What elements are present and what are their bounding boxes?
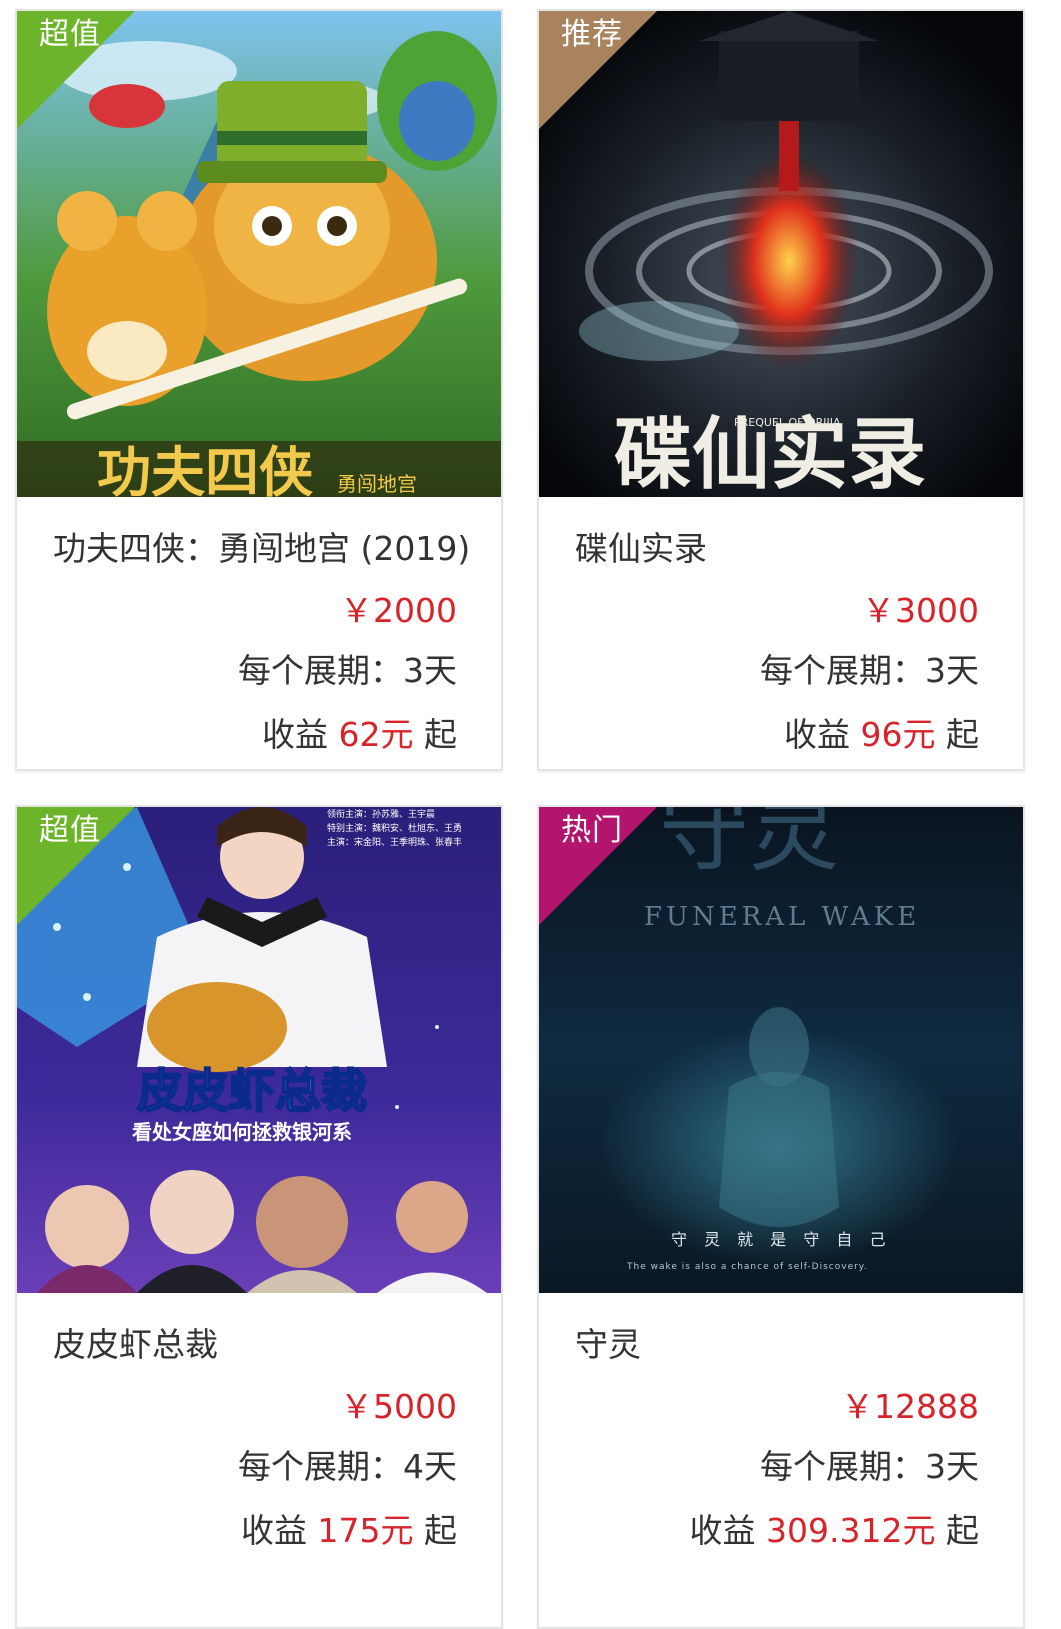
income-suffix: 起 — [413, 715, 457, 754]
poster-image[interactable]: 皮皮虾总裁 看处女座如何拯救银河系 领衔主演：孙苏雅、王宇晨 特别主演：魏积安、… — [17, 807, 501, 1293]
poster-tagline: 守 灵 就 是 守 自 己 — [671, 1230, 892, 1249]
income-amount: 175元 — [317, 1511, 414, 1550]
poster-title: 守灵 — [659, 807, 839, 884]
period-label: 每个展期： — [238, 651, 403, 690]
income-label: 收益 — [784, 715, 861, 754]
poster-subtitle: 勇闯地宫 — [337, 472, 417, 496]
price: ￥3000 — [575, 589, 979, 633]
period-label: 每个展期： — [238, 1447, 403, 1486]
poster-subtitle: 看处女座如何拯救银河系 — [132, 1120, 352, 1144]
period-value: 3天 — [925, 651, 979, 690]
income-label: 收益 — [689, 1511, 767, 1550]
period-value: 4天 — [403, 1447, 457, 1486]
income: 收益 96元 起 — [575, 713, 979, 757]
poster-subtitle: FUNERAL WAKE — [644, 902, 920, 932]
exhibition-period: 每个展期：3天 — [53, 649, 457, 693]
income-suffix: 起 — [935, 715, 979, 754]
exhibition-period: 每个展期：4天 — [53, 1445, 457, 1489]
badge-label: 超值 — [39, 813, 101, 848]
movie-card-shouling[interactable]: 守灵 FUNERAL WAKE 守 灵 就 是 守 自 己 The wake i… — [537, 805, 1025, 1629]
poster-credit: 特别主演：魏积安、杜旭东、王勇 — [327, 822, 462, 834]
poster-credit: 领衔主演：孙苏雅、王宇晨 — [327, 808, 435, 820]
exhibition-period: 每个展期：3天 — [575, 649, 979, 693]
period-value: 3天 — [925, 1447, 979, 1486]
income-label: 收益 — [262, 715, 339, 754]
card-info: 碟仙实录 ￥3000 每个展期：3天 收益 96元 起 — [539, 527, 1023, 757]
income-amount: 62元 — [338, 715, 414, 754]
price-value: 12888 — [874, 1387, 979, 1426]
income-amount: 96元 — [860, 715, 936, 754]
price: ￥5000 — [53, 1385, 457, 1429]
poster-subtitle: PREQUEL OF ORIJIA — [734, 416, 841, 429]
income-suffix: 起 — [935, 1511, 979, 1550]
card-info: 守灵 ￥12888 每个展期：3天 收益 309.312元 起 — [539, 1323, 1023, 1553]
movie-title: 守灵 — [575, 1325, 641, 1364]
currency-symbol: ￥ — [862, 591, 896, 630]
income-amount: 309.312元 — [766, 1511, 936, 1550]
price-value: 2000 — [373, 591, 457, 630]
poster-image[interactable]: 碟仙实录 PREQUEL OF ORIJIA 推荐 — [539, 11, 1023, 497]
movie-card-diexian[interactable]: 碟仙实录 PREQUEL OF ORIJIA 推荐 碟仙实录 ￥3000 每个展… — [537, 9, 1025, 771]
movie-card-kungfu[interactable]: 功夫四侠 勇闯地宫 超值 功夫四侠：勇闯地宫 (2019) ￥2000 每个展期… — [15, 9, 503, 771]
price-value: 3000 — [895, 591, 979, 630]
badge-label: 热门 — [561, 813, 623, 848]
income-label: 收益 — [241, 1511, 318, 1550]
currency-symbol: ￥ — [340, 1387, 374, 1426]
card-info: 皮皮虾总裁 ￥5000 每个展期：4天 收益 175元 起 — [17, 1323, 501, 1553]
poster-image[interactable]: 守灵 FUNERAL WAKE 守 灵 就 是 守 自 己 The wake i… — [539, 807, 1023, 1293]
price: ￥12888 — [575, 1385, 979, 1429]
period-label: 每个展期： — [760, 1447, 925, 1486]
currency-symbol: ￥ — [340, 591, 374, 630]
income-suffix: 起 — [413, 1511, 457, 1550]
badge-label: 推荐 — [561, 17, 623, 52]
price-value: 5000 — [373, 1387, 457, 1426]
badge-label: 超值 — [39, 17, 101, 52]
movie-grid: 功夫四侠 勇闯地宫 超值 功夫四侠：勇闯地宫 (2019) ￥2000 每个展期… — [0, 0, 1061, 1629]
period-value: 3天 — [403, 651, 457, 690]
income: 收益 175元 起 — [53, 1509, 457, 1553]
currency-symbol: ￥ — [841, 1387, 875, 1426]
poster-title: 皮皮虾总裁 — [137, 1064, 367, 1118]
card-info: 功夫四侠：勇闯地宫 (2019) ￥2000 每个展期：3天 收益 62元 起 — [17, 527, 501, 757]
price: ￥2000 — [53, 589, 457, 633]
poster-credit: 主演：宋金阳、王季明珠、张春丰 — [327, 836, 462, 848]
exhibition-period: 每个展期：3天 — [575, 1445, 979, 1489]
poster-title: 功夫四侠 — [97, 440, 313, 497]
period-label: 每个展期： — [760, 651, 925, 690]
income: 收益 309.312元 起 — [575, 1509, 979, 1553]
movie-title: 皮皮虾总裁 — [53, 1325, 218, 1364]
movie-card-pipixia[interactable]: 皮皮虾总裁 看处女座如何拯救银河系 领衔主演：孙苏雅、王宇晨 特别主演：魏积安、… — [15, 805, 503, 1629]
movie-title: 功夫四侠：勇闯地宫 (2019) — [53, 529, 471, 568]
movie-title: 碟仙实录 — [575, 529, 707, 568]
poster-image[interactable]: 功夫四侠 勇闯地宫 超值 — [17, 11, 501, 497]
poster-tagline-en: The wake is also a chance of self-Discov… — [626, 1262, 868, 1272]
income: 收益 62元 起 — [53, 713, 457, 757]
